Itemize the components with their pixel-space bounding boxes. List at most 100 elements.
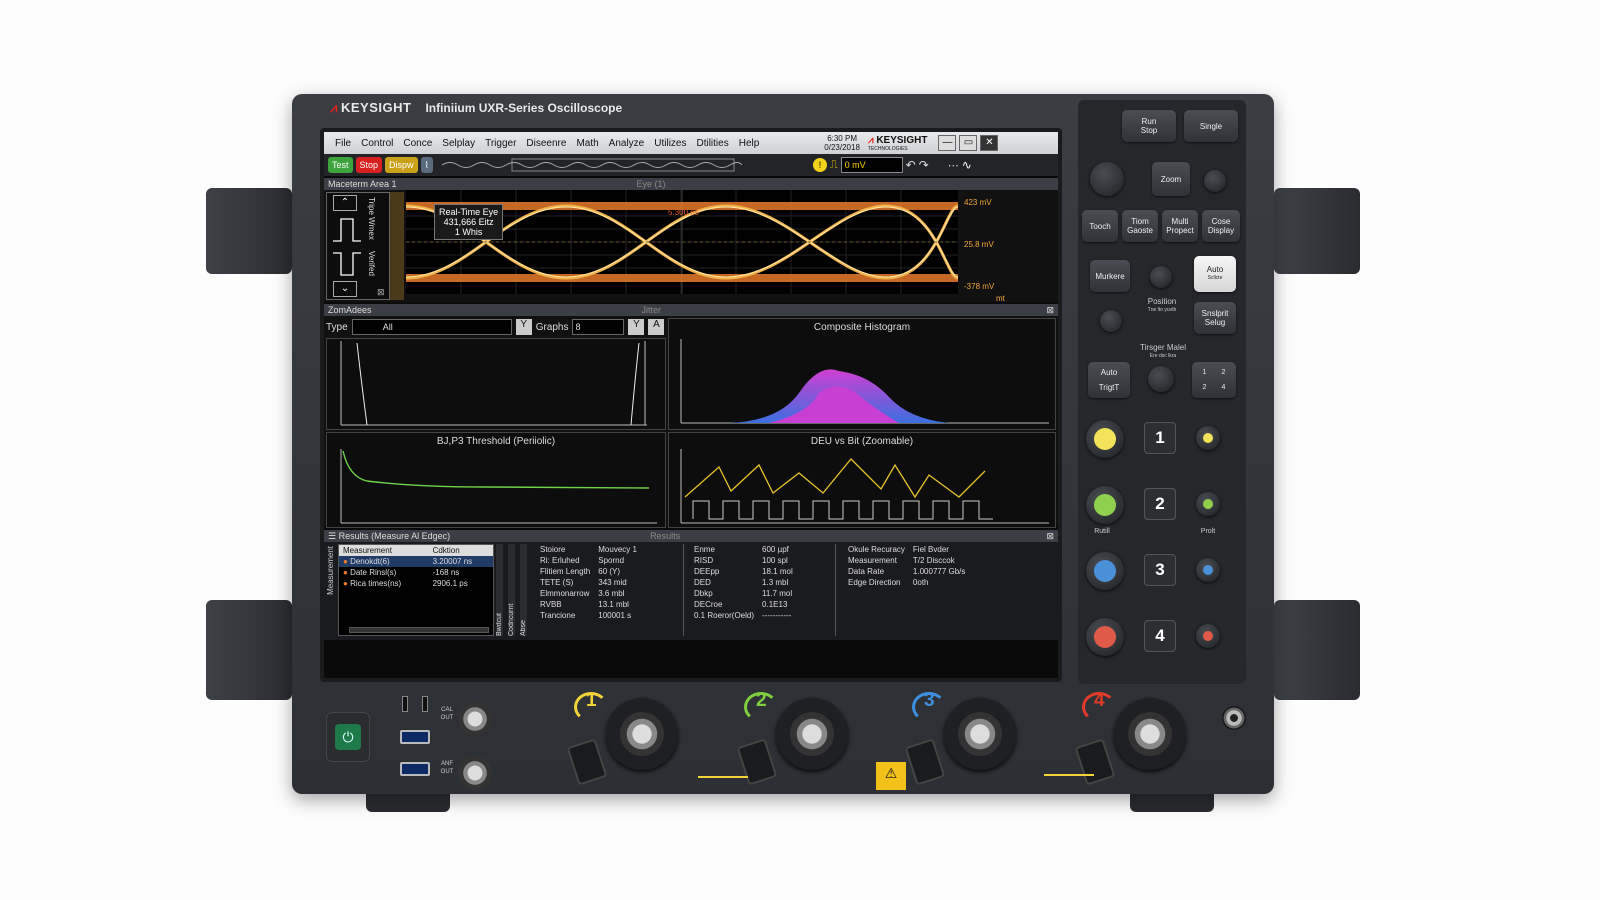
multi-propect-button[interactable]: Multi Propect (1162, 210, 1198, 242)
menu-utilizes[interactable]: Utilizes (649, 138, 691, 149)
result-row[interactable]: Data Rate 1.000777 Gb/s (844, 566, 969, 577)
input-4-connector[interactable] (1128, 712, 1172, 756)
close-icon[interactable]: ✕ (980, 135, 999, 151)
power-button[interactable]: ⏻ (326, 712, 370, 762)
touch-button[interactable]: Tooch (1082, 210, 1118, 242)
waveform-icon[interactable]: ⌇ (420, 157, 433, 173)
input-2-connector[interactable] (790, 712, 834, 756)
ch4-scale-knob[interactable] (1086, 618, 1124, 656)
vtab-3[interactable]: Abse (520, 544, 527, 636)
up-arrow-icon[interactable]: ⌃ (333, 195, 357, 211)
jitter-close-icon[interactable]: ⊠ (1046, 304, 1054, 316)
horizontal-scale-knob[interactable] (1090, 162, 1124, 196)
position-knob[interactable] (1100, 310, 1122, 332)
result-row[interactable]: 0.1 Roeror(Oeld) ----------- (690, 610, 797, 621)
vtab-1[interactable]: Bwdcut (496, 544, 503, 636)
marker-knob[interactable] (1150, 266, 1172, 288)
ch3-offset-knob[interactable] (1196, 558, 1220, 582)
result-row[interactable]: TETE (S) 343 mid (536, 577, 641, 588)
stop-button[interactable]: Stop (355, 157, 383, 173)
result-row[interactable]: DED 1.3 mbl (690, 577, 797, 588)
result-row[interactable]: DEEpp 18.1 mol (690, 566, 797, 577)
ch3-scale-knob[interactable] (1086, 552, 1124, 590)
minimize-icon[interactable]: — (938, 135, 957, 151)
panel-close-icon[interactable]: ⊠ (377, 287, 385, 298)
type-select[interactable]: All (351, 319, 512, 335)
redo-icon[interactable]: ↷ (919, 158, 929, 172)
autoscale-icon[interactable]: ∿ (962, 158, 972, 172)
graph-alpha-icon[interactable]: A (648, 319, 665, 335)
graphs-select[interactable]: 8 (572, 319, 625, 335)
undo-icon[interactable]: ↶ (906, 158, 916, 172)
ch1-offset-knob[interactable] (1196, 426, 1220, 450)
warning-icon[interactable]: ! (812, 158, 827, 172)
result-row[interactable]: Measurement T/2 Disccok (844, 555, 969, 566)
horizontal-position-knob[interactable] (1204, 170, 1226, 192)
menu-file[interactable]: File (330, 138, 356, 149)
menu-selplay[interactable]: Selplay (437, 138, 480, 149)
menu-conce[interactable]: Conce (398, 138, 437, 149)
ch4-offset-knob[interactable] (1196, 624, 1220, 648)
vtab-2[interactable]: Codncurnt (508, 544, 515, 636)
input-3-connector[interactable] (958, 712, 1002, 756)
result-row[interactable]: Dbkp 11.7 mol (690, 588, 797, 599)
filter-icon[interactable]: Y (515, 319, 532, 335)
result-row[interactable]: DECroe 0.1E13 (690, 599, 797, 610)
ch1-button[interactable]: 1 (1144, 422, 1176, 454)
trigger-level-knob[interactable] (1148, 366, 1174, 392)
menu-math[interactable]: Math (571, 138, 603, 149)
result-row[interactable]: Okule Recuracy Fiel Bvder (844, 544, 969, 555)
menu-diseenre[interactable]: Diseenre (521, 138, 571, 149)
input-1-connector[interactable] (620, 712, 664, 756)
result-row[interactable]: RVBB 13.1 mbl (536, 599, 641, 610)
tiom-gaoste-button[interactable]: Tiom Gaoste (1122, 210, 1158, 242)
disp-button[interactable]: Dispw (385, 157, 418, 173)
restore-icon[interactable]: ▭ (959, 135, 978, 151)
ch4-button[interactable]: 4 (1144, 620, 1176, 652)
trigger-auto-button[interactable]: Auto TrigtT (1088, 362, 1130, 398)
result-row[interactable]: Ri: Erluhed Spornd (536, 555, 641, 566)
single-button[interactable]: Single (1184, 110, 1238, 142)
run-stop-button[interactable]: Run Stop (1122, 110, 1176, 142)
zoom-button[interactable]: Zoom (1152, 162, 1190, 196)
result-row[interactable]: Flitiem Length 60 (Y) (536, 566, 641, 577)
graph-filter-icon[interactable]: Y (628, 319, 645, 335)
usb-port-2[interactable] (400, 762, 430, 776)
auto-scale-button[interactable]: Auto Scllcte (1194, 256, 1236, 292)
markers-button[interactable]: Murkere (1090, 260, 1130, 292)
result-row[interactable]: Stoiore Mouvecy 1 (536, 544, 641, 555)
ch1-scale-knob[interactable] (1086, 420, 1124, 458)
ch2-offset-knob[interactable] (1196, 492, 1220, 516)
ch2-scale-knob[interactable] (1086, 486, 1124, 524)
trigger-mode-button[interactable]: 1224 (1192, 362, 1236, 398)
aux-port-1[interactable] (402, 696, 408, 712)
measure-icon[interactable]: ⋯ (948, 159, 959, 172)
result-row[interactable]: Elmmonarrow 3.6 mbl (536, 588, 641, 599)
aux-trigger-connector[interactable] (1222, 706, 1246, 730)
result-row[interactable]: Edge Direction 0oth (844, 577, 969, 588)
cose-display-button[interactable]: Cose Display (1202, 210, 1240, 242)
usb-port-1[interactable] (400, 730, 430, 744)
result-row[interactable]: ● Rica times(ns) 2906.1 ps (339, 578, 493, 589)
ch2-button[interactable]: 2 (1144, 488, 1176, 520)
aux-port-2[interactable] (422, 696, 428, 712)
test-button[interactable]: Test (328, 157, 353, 173)
snglprit-setup-button[interactable]: Snslprit Selug (1194, 302, 1236, 334)
result-row[interactable]: ● Denokdt(6) 3.20007 ns (339, 556, 493, 567)
menu-help[interactable]: Help (734, 138, 765, 149)
menu-control[interactable]: Control (356, 138, 398, 149)
aux-out-connector[interactable] (458, 756, 492, 790)
trigger-edge-icon[interactable]: ⎍ (830, 159, 838, 172)
results-scrollbar[interactable] (349, 627, 489, 633)
result-row[interactable]: Enme 600 µpf (690, 544, 797, 555)
down-arrow-icon[interactable]: ⌄ (333, 281, 357, 297)
menu-dtilities[interactable]: Dtilities (691, 138, 733, 149)
trigger-level-field[interactable]: 0 mV (840, 157, 903, 173)
ch3-button[interactable]: 3 (1144, 554, 1176, 586)
col-header-measurement[interactable]: Measurement (339, 545, 429, 556)
result-row[interactable]: Trancione 100001 s (536, 610, 641, 621)
col-header-condition[interactable]: Cdktion (429, 545, 493, 556)
result-row[interactable]: ● Date Rinsl(s) -168 ns (339, 567, 493, 578)
results-close-icon[interactable]: ⊠ (1046, 530, 1054, 542)
menu-analyze[interactable]: Analyze (604, 138, 650, 149)
